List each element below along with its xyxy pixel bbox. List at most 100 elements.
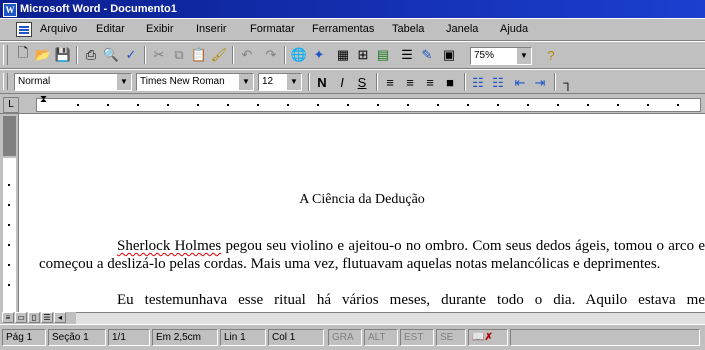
- normal-view-icon[interactable]: ≡: [2, 312, 14, 323]
- redo-icon[interactable]: ↷: [262, 46, 280, 64]
- ruler-tick: [377, 104, 379, 106]
- excel-icon[interactable]: ▤: [374, 46, 392, 64]
- document-area[interactable]: A Ciência da Dedução Sherlock Holmes peg…: [19, 114, 705, 312]
- status-mode-ext[interactable]: EST: [400, 329, 434, 346]
- window-title: Microsoft Word - Documento1: [20, 3, 177, 15]
- cut-icon[interactable]: ✂: [150, 46, 168, 64]
- ruler-tick: [347, 104, 349, 106]
- drawing-icon[interactable]: ✎: [418, 46, 436, 64]
- font-value: Times New Roman: [140, 76, 225, 87]
- print-icon[interactable]: ⎙: [82, 46, 100, 64]
- standard-toolbar: 🗋 📂 💾 ⎙ 🔍 ✓ ✂ ⧉ 📋 🖌 ↶ ↷ 🌐 ✦ ▦ ⊞ ▤ ☰ ✎ ▣ …: [0, 41, 705, 69]
- zoom-select[interactable]: 75% ▼: [470, 47, 532, 65]
- menu-arquivo[interactable]: Arquivo: [40, 23, 77, 35]
- outline-view-icon[interactable]: ☰: [41, 312, 53, 323]
- bullets-icon[interactable]: ☷: [490, 74, 506, 91]
- toolbar-grip[interactable]: [3, 73, 8, 90]
- spelling-icon[interactable]: ✓: [122, 46, 140, 64]
- document-icon[interactable]: [16, 22, 32, 37]
- menu-inserir[interactable]: Inserir: [196, 23, 227, 35]
- tab-selector[interactable]: L: [3, 97, 19, 113]
- numbering-icon[interactable]: ☷: [470, 74, 486, 91]
- bold-button[interactable]: N: [314, 74, 330, 91]
- increase-indent-icon[interactable]: ⇥: [532, 74, 548, 91]
- help-icon[interactable]: ?: [542, 46, 560, 64]
- chevron-down-icon[interactable]: ▼: [116, 74, 131, 90]
- status-mode-trk[interactable]: ALT: [364, 329, 398, 346]
- spelling-status-icon[interactable]: 📖✗: [468, 329, 508, 346]
- ruler-strip[interactable]: [36, 98, 701, 112]
- font-size-select[interactable]: 12 ▼: [258, 73, 302, 91]
- ruler-tick: [8, 184, 10, 186]
- font-select[interactable]: Times New Roman ▼: [136, 73, 254, 91]
- print-layout-icon[interactable]: ▯: [28, 312, 40, 323]
- toolbar-separator: [464, 73, 466, 91]
- spelling-error-name[interactable]: Sherlock Holmes: [117, 238, 221, 254]
- ruler-tick: [677, 104, 679, 106]
- menu-exibir[interactable]: Exibir: [146, 23, 174, 35]
- open-icon[interactable]: 📂: [34, 46, 52, 64]
- align-left-icon[interactable]: ≡: [382, 74, 398, 91]
- paragraph-2: Eu testemunhava esse ritual há vários me…: [39, 292, 705, 312]
- status-position: Em 2,5cm: [152, 329, 218, 346]
- chevron-down-icon[interactable]: ▼: [238, 74, 253, 90]
- columns-icon[interactable]: ☰: [398, 46, 416, 64]
- paste-icon[interactable]: 📋: [190, 46, 208, 64]
- new-icon[interactable]: 🗋: [14, 45, 32, 64]
- document-map-icon[interactable]: ▣: [440, 46, 458, 64]
- toolbar-grip[interactable]: [3, 45, 8, 65]
- style-select[interactable]: Normal ▼: [14, 73, 132, 91]
- chevron-down-icon[interactable]: ▼: [286, 74, 301, 90]
- ruler-tick: [647, 104, 649, 106]
- ruler-tick: [8, 204, 10, 206]
- status-bar: Pág 1 Seção 1 1/1 Em 2,5cm Lin 1 Col 1 G…: [0, 324, 705, 350]
- insert-table-icon[interactable]: ⊞: [354, 46, 372, 64]
- ruler-tick: [557, 104, 559, 106]
- justify-icon[interactable]: ■: [442, 74, 458, 91]
- menu-ajuda[interactable]: Ajuda: [500, 23, 528, 35]
- format-painter-icon[interactable]: 🖌: [210, 46, 228, 64]
- horizontal-ruler: L ⧗: [0, 94, 705, 114]
- align-right-icon[interactable]: ≡: [422, 74, 438, 91]
- scroll-left-icon[interactable]: ◂: [54, 312, 66, 323]
- status-empty: [510, 329, 700, 346]
- status-mode-ovr[interactable]: SE: [436, 329, 466, 346]
- save-icon[interactable]: 💾: [54, 46, 72, 64]
- horizontal-scrollbar: ≡ ▭ ▯ ☰ ◂: [0, 312, 705, 324]
- hyperlink-icon[interactable]: 🌐: [290, 46, 308, 64]
- decrease-indent-icon[interactable]: ⇤: [512, 74, 528, 91]
- menu-janela[interactable]: Janela: [446, 23, 478, 35]
- toolbar-separator: [76, 46, 78, 64]
- undo-icon[interactable]: ↶: [238, 46, 256, 64]
- copy-icon[interactable]: ⧉: [170, 46, 188, 64]
- align-center-icon[interactable]: ≡: [402, 74, 418, 91]
- menu-ferramentas[interactable]: Ferramentas: [312, 23, 374, 35]
- toolbar-separator: [308, 73, 310, 91]
- web-layout-icon[interactable]: ▭: [15, 312, 27, 323]
- chevron-down-icon[interactable]: ▼: [516, 48, 531, 64]
- ruler-tick: [8, 284, 10, 286]
- menu-formatar[interactable]: Formatar: [250, 23, 295, 35]
- ruler-tick: [137, 104, 139, 106]
- document-page[interactable]: A Ciência da Dedução Sherlock Holmes peg…: [19, 114, 705, 312]
- underline-button[interactable]: S: [354, 74, 370, 91]
- menu-bar: Arquivo Editar Exibir Inserir Formatar F…: [0, 18, 705, 41]
- ruler-tick: [8, 224, 10, 226]
- indent-marker-icon[interactable]: ⧗: [40, 94, 47, 105]
- zoom-value: 75%: [474, 50, 495, 61]
- toolbar-separator: [232, 46, 234, 64]
- scrollbar-track[interactable]: [76, 312, 705, 324]
- menu-editar[interactable]: Editar: [96, 23, 125, 35]
- tables-icon[interactable]: ▦: [334, 46, 352, 64]
- word-app-icon[interactable]: W: [3, 3, 17, 17]
- web-toolbar-icon[interactable]: ✦: [310, 46, 328, 64]
- print-preview-icon[interactable]: 🔍: [102, 46, 120, 64]
- border-icon[interactable]: ┐: [560, 74, 576, 91]
- menu-tabela[interactable]: Tabela: [392, 23, 424, 35]
- ruler-tick: [287, 104, 289, 106]
- vertical-ruler-text-area: [3, 158, 16, 312]
- status-mode-rec[interactable]: GRA: [328, 329, 362, 346]
- italic-button[interactable]: I: [334, 74, 350, 91]
- font-size-value: 12: [262, 76, 274, 87]
- ruler-tick: [467, 104, 469, 106]
